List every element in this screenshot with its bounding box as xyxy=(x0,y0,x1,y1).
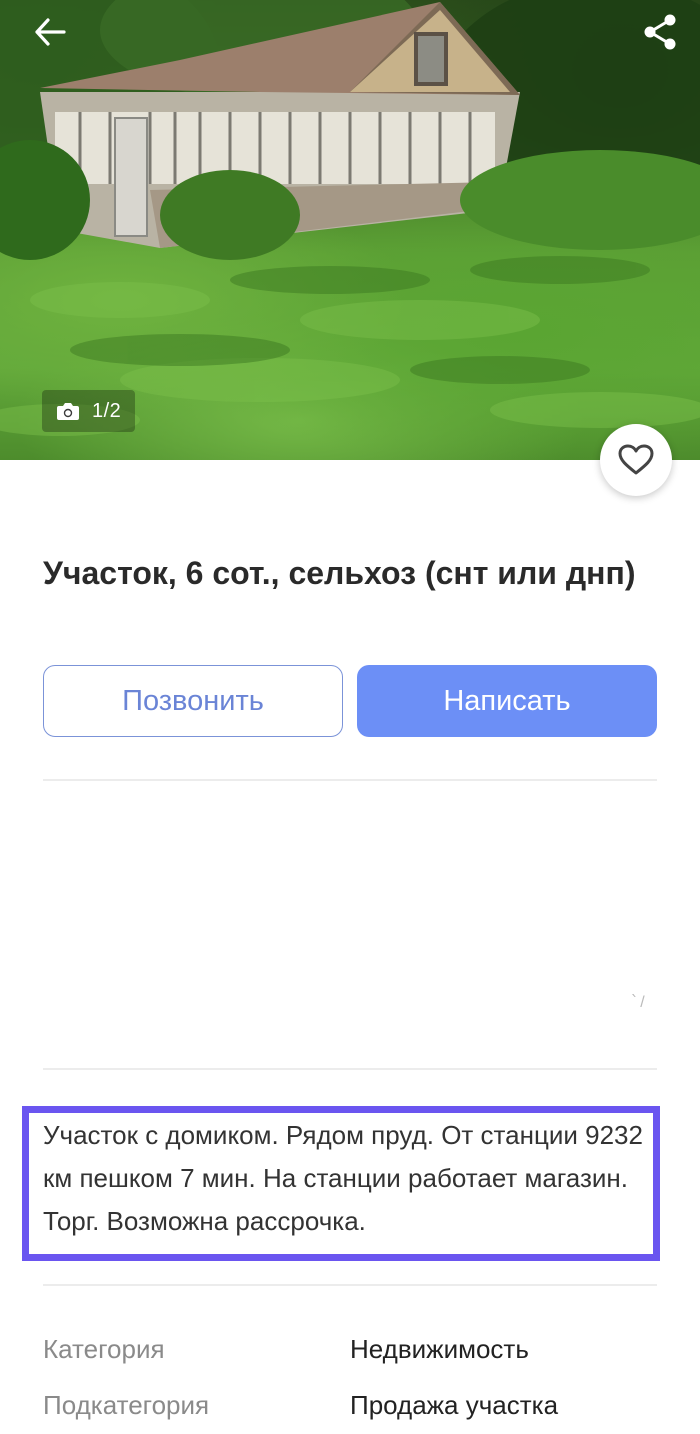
share-button[interactable] xyxy=(638,10,682,54)
listing-title: Участок, 6 сот., сельхоз (снт или днп) xyxy=(43,555,636,591)
divider xyxy=(43,1068,657,1070)
arrow-left-icon xyxy=(35,18,66,46)
heart-outline-icon xyxy=(618,444,654,475)
listing-description: Участок с домиком. Рядом пруд. От станци… xyxy=(43,1120,643,1236)
share-icon xyxy=(644,14,676,50)
listing-photo[interactable]: 1/2 xyxy=(0,0,700,460)
property-key: Категория xyxy=(43,1334,165,1364)
favorite-button[interactable] xyxy=(600,424,672,496)
photo-counter-text: 1/2 xyxy=(92,399,122,422)
property-key: Подкатегория xyxy=(43,1390,210,1420)
photo-counter: 1/2 xyxy=(42,390,136,432)
property-value: Недвижимость xyxy=(350,1334,529,1364)
write-message-button[interactable]: Написать xyxy=(357,665,657,737)
property-value: Продажа участка xyxy=(350,1390,559,1420)
camera-icon xyxy=(57,403,79,420)
faint-glyph: ՝ / xyxy=(632,994,645,1011)
back-button[interactable] xyxy=(24,10,76,54)
call-button[interactable]: Позвонить xyxy=(43,665,343,737)
divider xyxy=(43,779,657,781)
divider xyxy=(43,1284,657,1286)
